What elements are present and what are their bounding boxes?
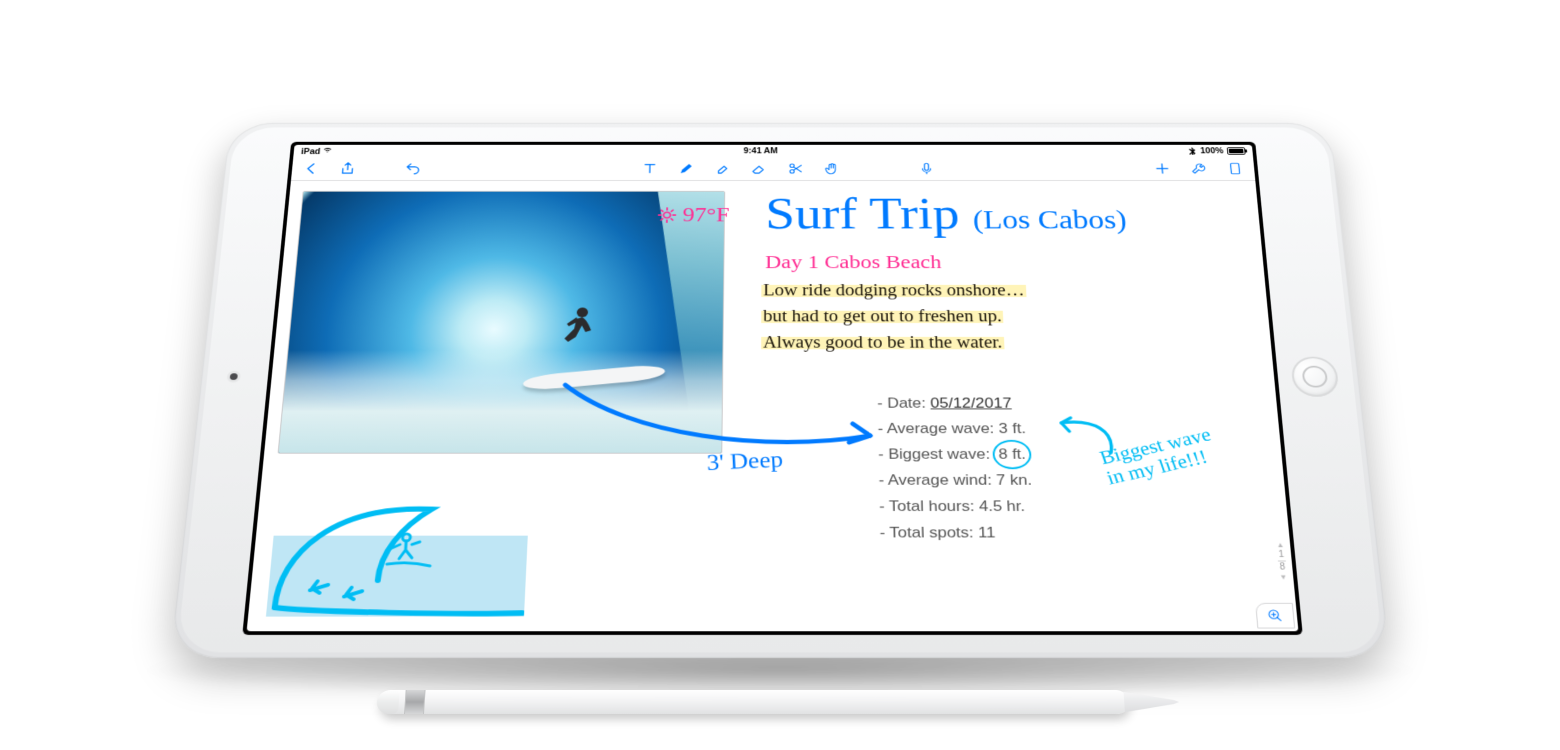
home-button[interactable] (1290, 357, 1340, 397)
page-current: 1 (1277, 550, 1286, 560)
page-down-icon[interactable]: ▼ (1279, 572, 1288, 582)
paragraph-line: Always good to be in the water. (761, 334, 1004, 352)
paragraph-line: but had to get out to freshen up. (761, 308, 1004, 326)
pencil-tip (1124, 692, 1180, 712)
pencil-band (404, 690, 426, 714)
highlighter-tool-button[interactable] (712, 160, 732, 177)
page-indicator[interactable]: ▲ 1 8 ▼ (1276, 540, 1288, 582)
toolbar-center (639, 160, 936, 177)
eraser-icon (750, 162, 766, 176)
day-heading: Day 1 Cabos Beach (765, 252, 942, 274)
text-icon (641, 162, 658, 176)
product-shot: iPad 9:41 AM 100% (0, 0, 1560, 750)
ipad-device: iPad 9:41 AM 100% (170, 123, 1390, 658)
surfer-icon (558, 304, 603, 361)
highlighter-icon (714, 162, 731, 176)
depth-annotation: 3' Deep (706, 447, 783, 476)
page-icon (1226, 162, 1244, 176)
add-button[interactable] (1152, 160, 1173, 177)
title-location: (Los Cabos) (972, 206, 1127, 235)
wifi-icon (323, 146, 333, 154)
text-tool-button[interactable] (639, 160, 659, 177)
tools-button[interactable] (1188, 160, 1209, 177)
circled-value: 8 ft. (992, 440, 1032, 469)
wrench-icon (1190, 162, 1208, 176)
mic-button[interactable] (916, 160, 937, 177)
back-button[interactable] (300, 160, 322, 177)
pen-icon (677, 162, 694, 176)
status-left: iPad (301, 146, 333, 156)
paragraph-line: Low ride dodging rocks onshore… (761, 282, 1026, 300)
lasso-tool-button[interactable] (785, 160, 805, 177)
pages-button[interactable] (1224, 160, 1246, 177)
temperature-value: 97°F (682, 203, 729, 226)
bluetooth-icon (1189, 147, 1197, 155)
highlighted-paragraph: Low ride dodging rocks onshore… but had … (761, 278, 1214, 356)
toolbar-right (1152, 160, 1246, 177)
pencil-cap (376, 690, 400, 714)
chevron-left-icon (302, 162, 320, 176)
status-time: 9:41 AM (743, 147, 777, 155)
stat-row: - Biggest wave: 8 ft. (878, 442, 1031, 468)
eraser-tool-button[interactable] (749, 160, 769, 177)
plus-icon (1154, 162, 1171, 176)
hand-tool-button[interactable] (821, 160, 841, 177)
biggest-wave-annotation: Biggest wave in my life!!! (1097, 424, 1221, 489)
battery-label: 100% (1200, 147, 1224, 155)
stat-row: - Date: 05/12/2017 (877, 391, 1029, 416)
hand-icon (823, 162, 840, 176)
scissors-icon (787, 162, 803, 176)
surf-photo[interactable] (278, 191, 726, 454)
stat-row: - Average wave: 3 ft. (877, 416, 1030, 442)
camera-dot (230, 373, 238, 380)
screen-bezel: iPad 9:41 AM 100% (242, 142, 1302, 635)
zoom-button[interactable] (1255, 603, 1295, 629)
pen-tool-button[interactable] (676, 160, 696, 177)
note-canvas[interactable]: 97°F Surf Trip (Los Cabos) Day 1 Cabos B… (247, 180, 1299, 631)
share-icon (339, 162, 357, 176)
temperature-annotation: 97°F (657, 203, 730, 226)
screen: iPad 9:41 AM 100% (247, 145, 1299, 631)
stat-row: - Total hours: 4.5 hr. (879, 493, 1034, 519)
share-button[interactable] (337, 160, 358, 177)
magnifier-plus-icon (1267, 608, 1284, 623)
sun-icon (657, 206, 678, 223)
title-main: Surf Trip (765, 188, 960, 239)
mic-icon (918, 162, 935, 176)
status-bar: iPad 9:41 AM 100% (293, 145, 1253, 157)
pencil-body (380, 690, 1130, 714)
undo-icon (405, 162, 422, 176)
note-title: Surf Trip (Los Cabos) (765, 191, 1127, 236)
page-up-icon[interactable]: ▲ (1276, 540, 1285, 550)
device-label: iPad (301, 148, 321, 156)
undo-button[interactable] (403, 160, 424, 177)
wave-sketch (266, 483, 530, 617)
toolbar-left (300, 160, 423, 177)
battery-icon (1227, 147, 1246, 155)
apple-pencil (380, 690, 1180, 714)
biggest-wave-text: Biggest wave in my life!!! (1097, 423, 1214, 489)
status-right: 100% (1189, 147, 1246, 155)
stats-block: - Date: 05/12/2017 - Average wave: 3 ft.… (877, 391, 1035, 546)
toolbar (291, 157, 1255, 181)
page-total: 8 (1278, 562, 1287, 572)
stat-date: 05/12/2017 (930, 395, 1012, 411)
stat-row: - Total spots: 11 (879, 520, 1035, 547)
stat-row: - Average wind: 7 kn. (878, 467, 1032, 493)
